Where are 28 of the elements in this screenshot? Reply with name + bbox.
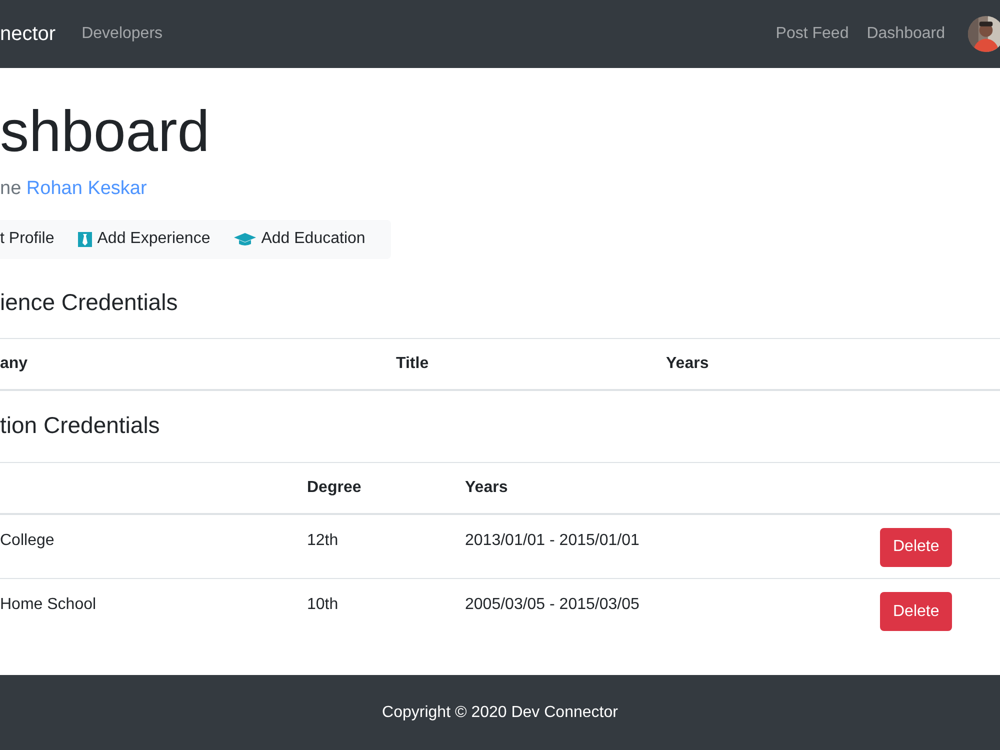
- delete-button[interactable]: Delete: [880, 528, 952, 567]
- nav-link[interactable]: Dashboard: [866, 25, 945, 43]
- table-cell: 2013/01/01 - 2015/01/01: [465, 532, 640, 549]
- page-title: shboard: [0, 100, 211, 164]
- table-cell: 12th: [307, 532, 338, 549]
- action-button[interactable]: t Profile: [0, 220, 66, 259]
- table-cell: College: [0, 532, 54, 549]
- table-cell: 10th: [307, 596, 338, 614]
- user-link[interactable]: Rohan Keskar: [26, 178, 147, 199]
- copyright-text: Copyright © 2020 Dev Connector: [382, 704, 618, 722]
- column-header: any: [0, 338, 396, 390]
- column-header: Title: [396, 338, 666, 390]
- column-header: Years: [465, 462, 880, 514]
- graduation-cap-icon: [234, 232, 256, 247]
- delete-button[interactable]: Delete: [880, 592, 952, 632]
- nav-link[interactable]: Post Feed: [776, 25, 849, 43]
- nav-link[interactable]: Developers: [82, 25, 163, 43]
- section-heading: ience Credentials: [0, 288, 179, 316]
- tie-icon: [78, 232, 92, 247]
- column-header: Years: [666, 338, 1000, 390]
- action-button[interactable]: Add Experience: [66, 220, 222, 259]
- welcome-text: ne Rohan Keskar: [0, 178, 148, 200]
- table-cell: 2005/03/05 - 2015/03/05: [465, 596, 640, 614]
- section-heading: tion Credentials: [0, 412, 161, 440]
- action-button[interactable]: Add Education: [222, 220, 378, 259]
- brand-link[interactable]: nector: [0, 22, 56, 46]
- table-cell: Home School: [0, 596, 96, 614]
- column-header: Degree: [307, 462, 465, 514]
